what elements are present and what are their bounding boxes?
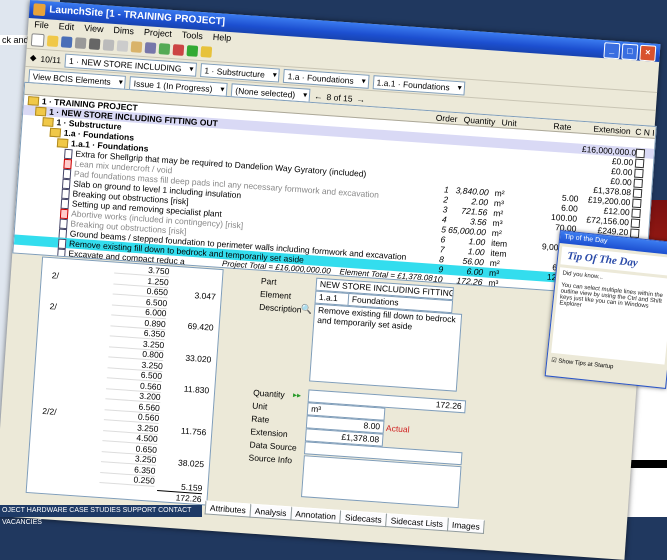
footer-left: OJECT <box>2 507 25 514</box>
show-tips-label: Show Tips at Startup <box>557 358 614 371</box>
tip-text: You can select multiple lines within the… <box>559 282 664 310</box>
tip-dialog: Tip of the Day Tip Of The Day Did you kn… <box>544 230 667 389</box>
menu-file[interactable]: File <box>34 18 49 32</box>
part-label: Part <box>260 275 277 287</box>
tree-row-unit: m² <box>492 207 504 219</box>
menu-tools[interactable]: Tools <box>181 29 204 43</box>
grid-icon[interactable] <box>144 42 157 54</box>
paste-icon[interactable] <box>130 41 143 53</box>
next-page-icon[interactable]: → <box>356 94 365 105</box>
tree-row-unit: m² <box>491 227 503 239</box>
minimize-icon[interactable]: _ <box>603 42 621 60</box>
close-icon[interactable]: × <box>639 44 657 62</box>
app-icon <box>32 3 46 17</box>
extension-label: Extension <box>250 426 289 440</box>
col-rate[interactable]: Rate <box>553 121 572 132</box>
quantity-label: Quantity <box>252 387 286 400</box>
dimension-total: 172.26 <box>156 490 203 505</box>
dimension-subtotal: 3.047 <box>194 289 217 302</box>
new-icon[interactable] <box>30 33 45 48</box>
cut-icon[interactable] <box>102 39 115 51</box>
dimension-multiplier: 2/2/ <box>42 405 57 417</box>
col-unit[interactable]: Unit <box>501 117 517 128</box>
dimension-sheet[interactable]: 3.750 1.250 0.650 6.500 6.000 0.890 6.350 3.250… <box>25 256 224 506</box>
check-icon[interactable] <box>186 45 199 57</box>
menu-edit[interactable]: Edit <box>58 20 74 34</box>
menu-help[interactable]: Help <box>212 31 231 45</box>
open-icon[interactable] <box>46 35 59 48</box>
chart-icon[interactable] <box>158 43 171 55</box>
col-flags[interactable]: C N I <box>635 127 655 138</box>
tab-analysis[interactable]: Analysis <box>249 503 292 521</box>
flag-icon[interactable] <box>172 44 185 56</box>
dimension-subtotal: 38.025 <box>177 456 205 469</box>
dimension-subtotal: 69.420 <box>187 320 214 333</box>
sourceinfo-label: Source Info <box>248 452 293 466</box>
tree-row-unit: m² <box>489 257 501 269</box>
link-arrow-icon[interactable]: ▸▸ <box>293 390 302 400</box>
save-icon[interactable] <box>60 36 73 49</box>
print-icon[interactable] <box>74 37 87 50</box>
rate-label: Rate <box>251 413 270 425</box>
back-icon[interactable]: ◆ <box>30 52 37 63</box>
rate-status: Actual <box>385 422 410 435</box>
tree-row-unit: m³ <box>493 197 505 209</box>
dimension-subtotal: 11.756 <box>180 425 207 438</box>
unit-label: Unit <box>251 400 268 412</box>
copy-icon[interactable] <box>116 40 129 52</box>
dimension-multiplier: 2/ <box>49 301 58 312</box>
element-label: Element <box>259 288 292 301</box>
menu-view[interactable]: View <box>84 22 104 36</box>
record-counter: 10/11 <box>40 53 62 65</box>
tree-row-unit: m² <box>494 187 505 199</box>
col-order[interactable]: Order <box>435 113 457 124</box>
background-footer: OJECT HARDWARE CASE STUDIES SUPPORT CONT… <box>0 505 202 526</box>
tab-images[interactable]: Images <box>446 517 486 534</box>
tree-row-unit: m³ <box>492 217 503 229</box>
page-indicator: 8 of 15 <box>326 91 353 104</box>
tree-row-unit: m³ <box>488 267 500 279</box>
dimension-value[interactable]: 0.250 <box>99 473 155 487</box>
datasource-label: Data Source <box>249 439 298 453</box>
description-field[interactable]: Remove existing fill down to bedrock and… <box>309 303 463 392</box>
dimension-subtotal: 33.020 <box>185 352 212 365</box>
tab-annotation[interactable]: Annotation <box>289 506 342 524</box>
search-icon[interactable]: 🔍 <box>301 304 313 316</box>
find-icon[interactable] <box>88 38 101 50</box>
tab-sidecasts[interactable]: Sidecasts <box>339 509 388 528</box>
maximize-icon[interactable]: □ <box>621 43 639 61</box>
dimension-multiplier: 2/ <box>51 269 60 281</box>
tree-row-unit: m³ <box>488 277 499 289</box>
description-label: Description <box>258 301 302 315</box>
tab-attributes[interactable]: Attributes <box>204 500 252 518</box>
tip-body: Did you know... You can select multiple … <box>551 267 667 365</box>
menu-dims[interactable]: Dims <box>113 24 134 38</box>
tab-sidecast-lists[interactable]: Sidecast Lists <box>385 513 449 532</box>
wand-icon[interactable] <box>200 46 213 58</box>
prev-page-icon[interactable]: ← <box>314 91 323 102</box>
dimension-subtotal: 11.830 <box>183 383 210 396</box>
menu-project[interactable]: Project <box>143 26 173 41</box>
